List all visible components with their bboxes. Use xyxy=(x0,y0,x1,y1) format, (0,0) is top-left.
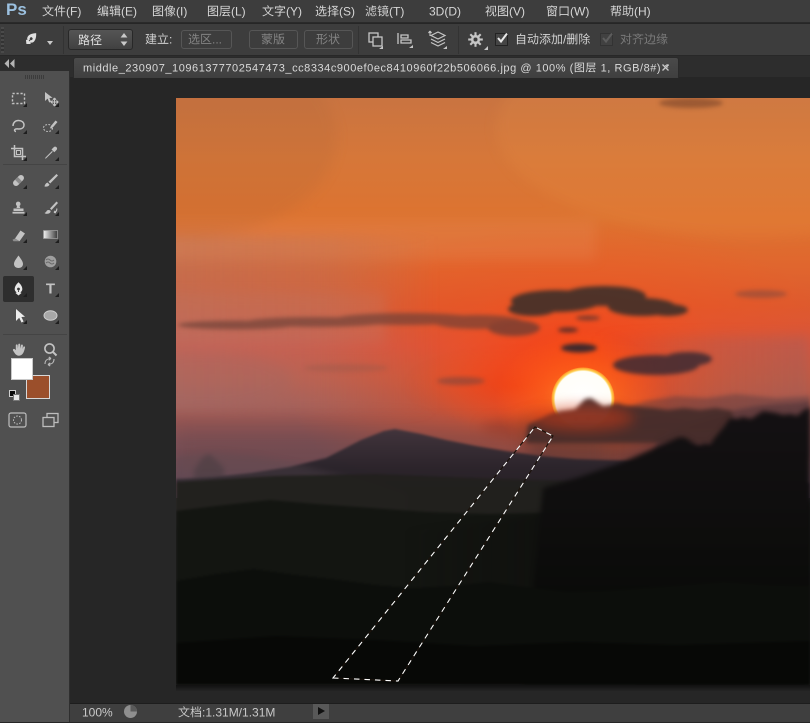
svg-text:(E): (E) xyxy=(121,4,137,18)
svg-text:(H): (H) xyxy=(634,4,651,18)
svg-text:(Y): (Y) xyxy=(286,4,302,18)
svg-text:/: / xyxy=(563,32,567,46)
svg-text:1, RGB/8#) *: 1, RGB/8#) * xyxy=(597,62,670,74)
svg-text:(S): (S) xyxy=(339,4,355,18)
svg-text:3D(D): 3D(D) xyxy=(429,4,461,18)
svg-text:(T): (T) xyxy=(389,4,404,18)
svg-text:(V): (V) xyxy=(509,4,525,18)
svg-text:(W): (W) xyxy=(570,4,589,18)
svg-text::1.31M/1.31M: :1.31M/1.31M xyxy=(202,705,275,719)
svg-text:middle_230907_1096137770254747: middle_230907_10961377702547473_cc8334c9… xyxy=(83,62,574,74)
svg-text:T: T xyxy=(46,280,55,297)
svg-text::: : xyxy=(169,32,172,46)
svg-text:(L): (L) xyxy=(231,4,246,18)
svg-text:...: ... xyxy=(212,32,222,46)
svg-text:Ps: Ps xyxy=(6,1,27,20)
svg-text:(F): (F) xyxy=(66,4,81,18)
svg-text:100%: 100% xyxy=(82,705,113,719)
svg-text:(I): (I) xyxy=(176,4,187,18)
